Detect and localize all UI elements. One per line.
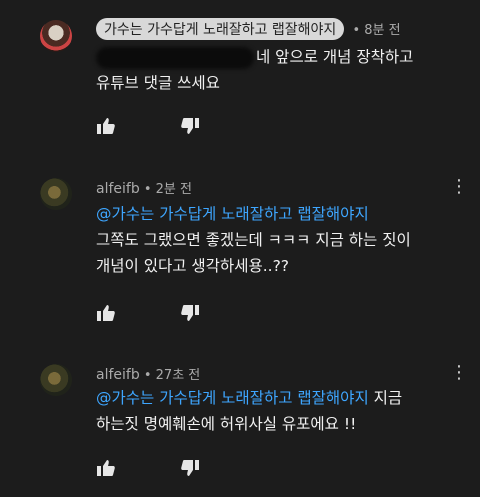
- author-chip[interactable]: 가수는 가수답게 노래잘하고 랩잘해야지: [96, 18, 345, 40]
- more-icon[interactable]: ⋮: [450, 178, 468, 196]
- comment-line: 네 앞으로 개념 장착하고: [96, 44, 456, 70]
- comment-text: @가수는 가수답게 노래잘하고 랩잘해야지 지금 하는짓 명예훼손에 허위사실 …: [96, 385, 456, 437]
- mention-link[interactable]: @가수는 가수답게 노래잘하고 랩잘해야지: [96, 389, 369, 407]
- comment-text: 네 앞으로 개념 장착하고 유튜브 댓글 쓰세요: [96, 44, 456, 96]
- avatar[interactable]: [40, 364, 72, 396]
- comment-meta: alfeifb • 27초 전: [96, 364, 200, 383]
- timestamp: • 8분 전: [348, 23, 401, 38]
- like-icon[interactable]: [96, 458, 116, 478]
- author-name[interactable]: alfeifb: [96, 367, 140, 383]
- like-icon[interactable]: [96, 116, 116, 136]
- comment-actions: [96, 458, 456, 478]
- comment-meta: 가수는 가수답게 노래잘하고 랩잘해야지 • 8분 전: [96, 18, 401, 40]
- comment-line: 하는짓 명예훼손에 허위사실 유포에요 !!: [96, 415, 357, 433]
- comment-line: 유튜브 댓글 쓰세요: [96, 74, 220, 92]
- avatar[interactable]: [40, 20, 72, 52]
- comment-actions: [96, 116, 456, 136]
- comment-line: 그쪽도 그랬으면 좋겠는데 ㅋㅋㅋ 지금 하는 짓이: [96, 231, 411, 249]
- timestamp: • 2분 전: [139, 182, 192, 197]
- dislike-icon[interactable]: [180, 116, 200, 136]
- comment-line: 개념이 있다고 생각하세용..??: [96, 257, 290, 275]
- like-icon[interactable]: [96, 303, 116, 323]
- avatar[interactable]: [40, 178, 72, 210]
- comment-line: @가수는 가수답게 노래잘하고 랩잘해야지 지금: [96, 389, 403, 407]
- dislike-icon[interactable]: [180, 458, 200, 478]
- comment-actions: [96, 303, 456, 323]
- timestamp: • 27초 전: [139, 368, 201, 383]
- more-icon[interactable]: ⋮: [450, 364, 468, 382]
- author-name[interactable]: alfeifb: [96, 181, 140, 197]
- comment-meta: alfeifb • 2분 전: [96, 178, 192, 197]
- comment-text: @가수는 가수답게 노래잘하고 랩잘해야지 그쪽도 그랬으면 좋겠는데 ㅋㅋㅋ …: [96, 201, 456, 279]
- mention-link[interactable]: @가수는 가수답게 노래잘하고 랩잘해야지: [96, 201, 456, 227]
- dislike-icon[interactable]: [180, 303, 200, 323]
- redacted-blur: [96, 46, 254, 69]
